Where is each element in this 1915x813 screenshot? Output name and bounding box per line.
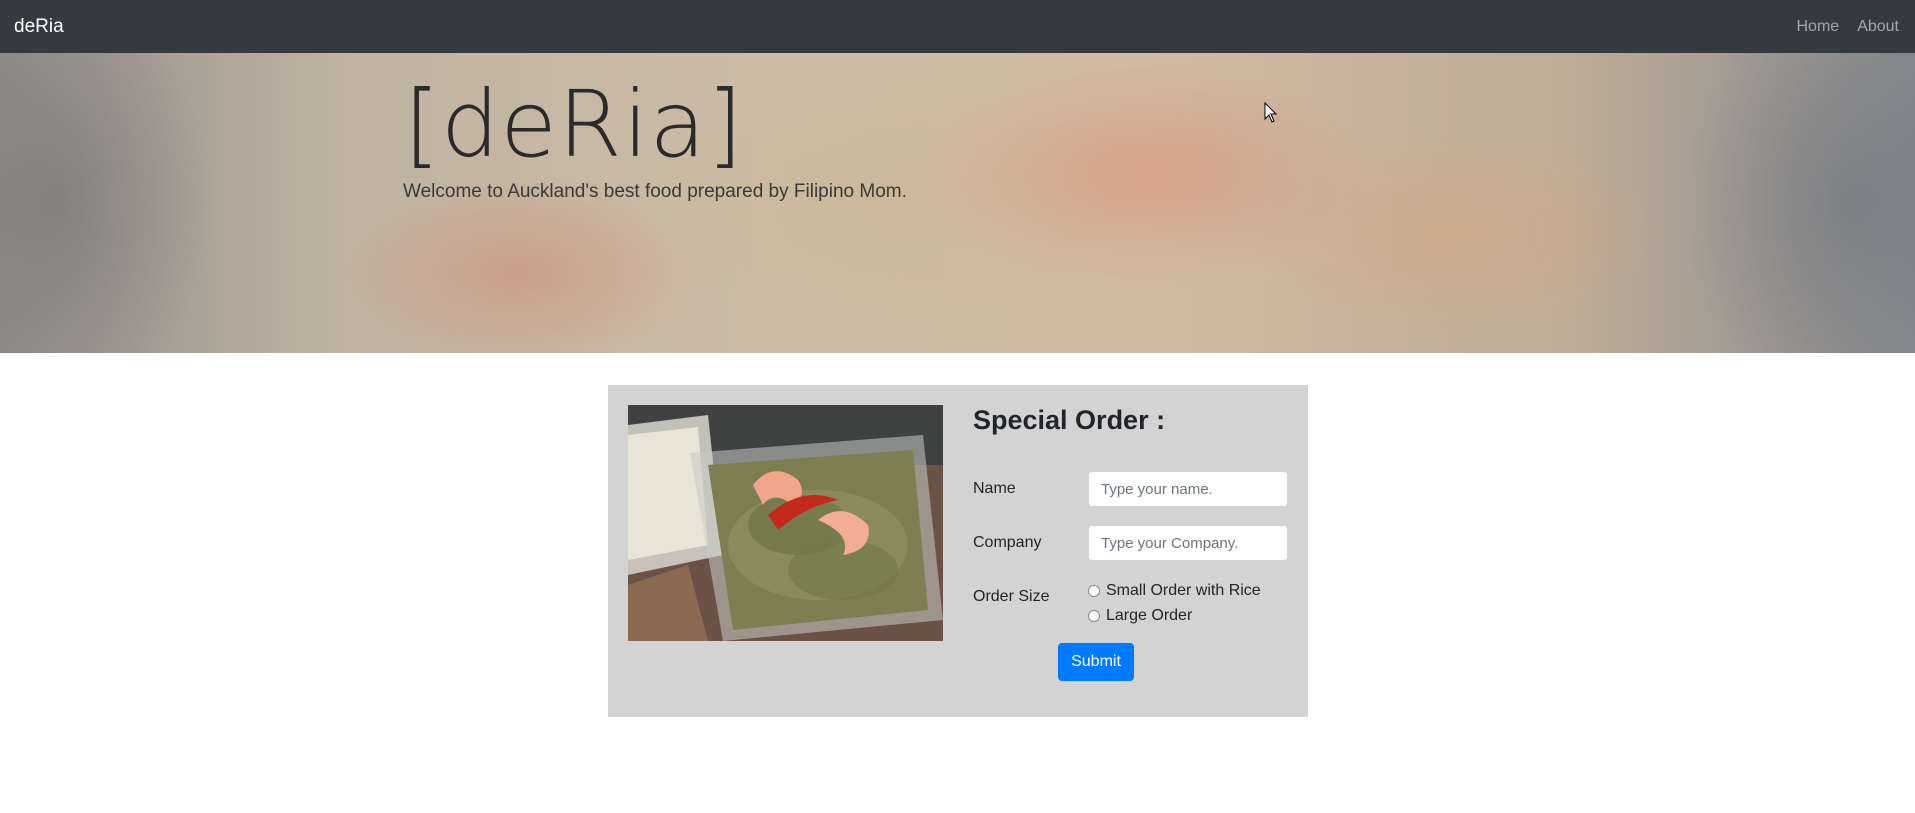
nav-link-home[interactable]: Home [1797, 18, 1840, 36]
company-label: Company [973, 534, 1042, 551]
submit-button[interactable]: Submit [1058, 643, 1134, 681]
hero-title: [deRia] [404, 71, 744, 178]
name-input[interactable] [1088, 471, 1288, 507]
radio-small-order[interactable] [1088, 585, 1100, 597]
special-order-card: Special Order : Name Company Order Size … [608, 385, 1308, 717]
mouse-cursor-icon [1264, 102, 1278, 123]
radio-large-order[interactable] [1088, 610, 1100, 622]
order-size-option-large[interactable]: Large Order [1088, 607, 1192, 625]
nav-links: Home About [1797, 18, 1900, 36]
brand-link[interactable]: deRia [14, 16, 64, 38]
nav-link-about[interactable]: About [1857, 18, 1899, 36]
food-photo [628, 405, 943, 641]
hero-background-image [0, 53, 1915, 353]
hero-banner: [deRia] Welcome to Auckland's best food … [0, 53, 1915, 353]
form-title: Special Order : [973, 405, 1166, 435]
order-size-option-small[interactable]: Small Order with Rice [1088, 582, 1261, 600]
hero-subtitle: Welcome to Auckland's best food prepared… [403, 181, 907, 202]
radio-large-order-label: Large Order [1106, 607, 1193, 624]
food-photo-illustration [628, 405, 943, 641]
order-size-label: Order Size [973, 588, 1050, 605]
name-label: Name [973, 480, 1016, 497]
radio-small-order-label: Small Order with Rice [1106, 582, 1261, 599]
navbar: deRia Home About [0, 0, 1915, 53]
company-input[interactable] [1088, 525, 1288, 561]
